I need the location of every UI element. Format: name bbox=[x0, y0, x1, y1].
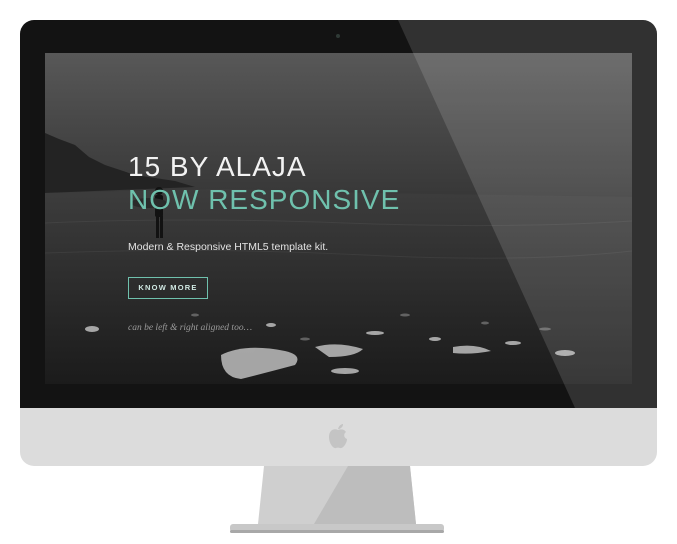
hero-subtitle: Modern & Responsive HTML5 template kit. bbox=[128, 241, 329, 253]
hero-title-line2: NOW RESPONSIVE bbox=[128, 184, 401, 215]
monitor-screen: 15 BY ALAJA NOW RESPONSIVE Modern & Resp… bbox=[45, 53, 632, 384]
monitor: 15 BY ALAJA NOW RESPONSIVE Modern & Resp… bbox=[20, 20, 657, 408]
hero-tagline: can be left & right aligned too… bbox=[128, 323, 253, 333]
camera-icon bbox=[336, 34, 340, 38]
apple-logo-icon bbox=[329, 424, 347, 449]
hero-title-line1: 15 BY ALAJA bbox=[128, 151, 307, 182]
know-more-button[interactable]: KNOW MORE bbox=[128, 277, 208, 299]
monitor-stand bbox=[230, 466, 444, 533]
beach-background bbox=[45, 133, 632, 384]
monitor-chin bbox=[20, 408, 657, 466]
